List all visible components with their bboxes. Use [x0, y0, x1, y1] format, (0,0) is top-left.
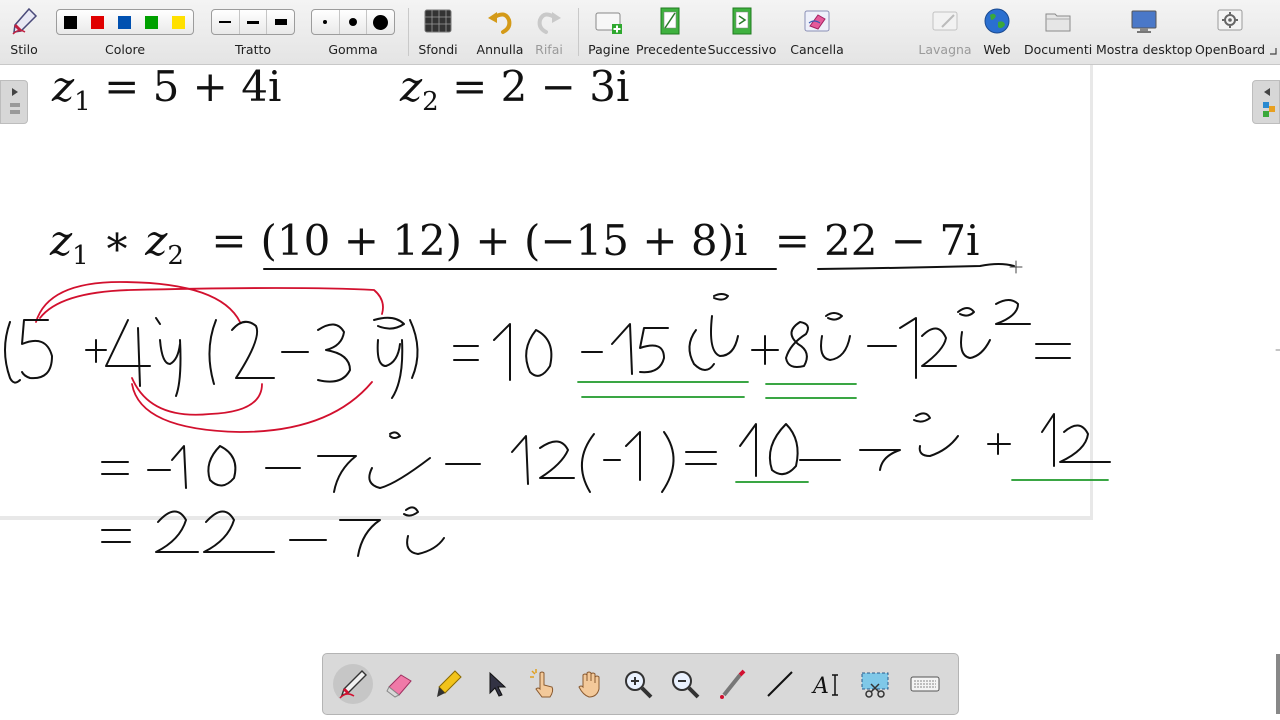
pen-tool-button[interactable] [333, 664, 373, 704]
laser-pointer-icon [720, 669, 746, 699]
eraser-tool-button[interactable] [380, 664, 420, 704]
hand-tool-button[interactable] [570, 664, 610, 704]
virtual-keyboard-tool-button[interactable] [905, 664, 945, 704]
laser-pointer-tool-button[interactable] [713, 664, 753, 704]
keyboard-icon [910, 676, 940, 692]
ink-red-arc [131, 381, 373, 433]
zoom-in-icon [625, 671, 653, 699]
eraser-icon [386, 674, 412, 698]
interact-tool-button[interactable] [523, 664, 563, 704]
ink-handwriting-line-3 [101, 506, 445, 557]
capture-tool-button[interactable] [855, 664, 895, 704]
ink-layer [4, 260, 1280, 557]
highlighter-tool-button[interactable] [428, 664, 468, 704]
svg-text:A: A [811, 674, 829, 699]
ink-handwriting-line-2 [101, 412, 1111, 493]
line-icon [767, 671, 793, 697]
capture-scissors-icon [861, 672, 889, 698]
pointer-tool-button[interactable] [475, 664, 515, 704]
ink-red-arc [131, 377, 263, 416]
highlighter-icon [437, 670, 462, 697]
zoom-out-tool-button[interactable] [665, 664, 705, 704]
hand-pan-icon [578, 671, 600, 698]
ink-underline-stroke [817, 263, 1015, 270]
zoom-out-icon [672, 671, 700, 699]
ink-handwriting-line-1 [4, 293, 1071, 399]
scrollbar-edge [1276, 654, 1280, 714]
zoom-in-tool-button[interactable] [618, 664, 658, 704]
line-tool-button[interactable] [760, 664, 800, 704]
click-hand-icon [530, 669, 554, 698]
text-icon: A [811, 674, 838, 699]
crosshair-cursor-icon [1009, 260, 1023, 274]
ink-green-underlines-2 [735, 479, 1109, 483]
pen-icon [339, 670, 367, 699]
arrow-pointer-icon [489, 671, 507, 697]
ink-green-underlines [577, 381, 857, 399]
ink-red-arc [39, 287, 384, 319]
tool-dock: A [322, 653, 959, 715]
text-tool-button[interactable]: A [808, 664, 848, 704]
